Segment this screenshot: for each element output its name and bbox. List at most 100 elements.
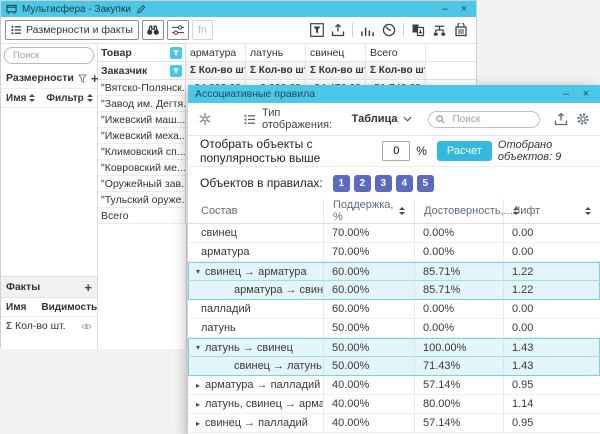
rule-row[interactable]: арматура → свинец60.00%85.71%1.22: [188, 281, 600, 300]
expand-triangle-icon[interactable]: ▸: [196, 381, 200, 390]
binoculars-icon: [146, 24, 160, 36]
rule-support: 40.00%: [323, 376, 414, 394]
calculate-button[interactable]: Расчет: [437, 141, 492, 161]
rule-row[interactable]: ▸латунь, свинец → арматура40.00%80.00%1.…: [188, 395, 600, 414]
filter-icon[interactable]: [310, 23, 324, 37]
hierarchy-icon[interactable]: [432, 23, 447, 37]
popularity-threshold-input[interactable]: [382, 141, 410, 161]
name-column-header[interactable]: Имя: [6, 93, 26, 104]
expand-triangle-icon[interactable]: ▸: [196, 419, 200, 428]
rule-row[interactable]: палладий60.00%0.00%0.00: [188, 300, 600, 319]
sort-icon[interactable]: [585, 207, 591, 215]
rule-row[interactable]: ▸арматура → палладий40.00%57.14%0.95: [188, 376, 600, 395]
fn-label: fn: [198, 24, 207, 36]
eye-icon[interactable]: [81, 323, 92, 330]
rule-lift: 1.22: [503, 281, 600, 299]
rule-confidence: 80.00%: [414, 395, 503, 413]
filter-funnel-icon[interactable]: [170, 65, 182, 77]
add-fact-button[interactable]: +: [84, 280, 92, 295]
pivot-column-header[interactable]: латунь: [246, 44, 306, 62]
header-support[interactable]: Поддержка, %: [323, 199, 414, 223]
rules-table-header: Состав Поддержка, % Достоверность,... Ли…: [188, 199, 600, 224]
export-icon[interactable]: [554, 112, 568, 126]
pivot-measure-header[interactable]: Σ Кол-во шт.: [366, 62, 426, 80]
export-icon[interactable]: [331, 23, 345, 37]
display-type-select[interactable]: Тип отображения: Таблица: [244, 107, 412, 131]
rule-row[interactable]: ▾свинец → арматура60.00%85.71%1.22: [188, 262, 600, 281]
pivot-row-label[interactable]: "Оружейный зав...: [98, 176, 186, 192]
rule-support: 60.00%: [323, 281, 414, 299]
collapse-triangle-icon[interactable]: ▾: [196, 343, 200, 352]
fact-item[interactable]: Σ Кол-во шт.: [1, 317, 97, 335]
pivot-column-header[interactable]: арматура: [186, 44, 246, 62]
filter-funnel-icon[interactable]: [170, 47, 182, 59]
rule-support: 70.00%: [323, 243, 414, 261]
sort-icon[interactable]: [87, 94, 93, 102]
pivot-column-header[interactable]: свинец: [306, 44, 366, 62]
sidebar-search-input[interactable]: [11, 49, 87, 62]
rule-size-chip[interactable]: 1: [333, 175, 350, 192]
rule-row[interactable]: арматура70.00%0.00%0.00: [188, 243, 600, 262]
expand-triangle-icon[interactable]: ▸: [196, 400, 200, 409]
main-titlebar: Мультисфера - Закупки – ×: [1, 1, 476, 17]
dimensions-list-empty: [1, 108, 97, 276]
collapse-triangle-icon[interactable]: ▾: [196, 267, 200, 276]
sort-icon[interactable]: [399, 207, 405, 215]
pivot-row-label[interactable]: Всего: [98, 208, 186, 224]
pivot-row-label[interactable]: "Тульский оруже...: [98, 192, 186, 208]
rule-composition: ▸арматура → палладий: [188, 376, 323, 394]
sidebar-search[interactable]: [4, 47, 94, 64]
basket-icon[interactable]: [454, 23, 468, 37]
pivot-column-header[interactable]: Всего: [366, 44, 426, 62]
pivot-header-row-2: Заказчик Σ Кол-во шт.Σ Кол-во шт.Σ Кол-в…: [98, 62, 476, 80]
pivot-row-label[interactable]: "Ижевский меха...: [98, 128, 186, 144]
header-confidence[interactable]: Достоверность,...: [414, 199, 503, 223]
col-dimension-cell[interactable]: Заказчик: [98, 62, 186, 80]
funnel-outline-icon[interactable]: [78, 74, 87, 83]
main-toolbar: Размерности и факты fn: [1, 17, 476, 44]
dimensions-facts-button[interactable]: Размерности и факты: [5, 20, 139, 40]
pivot-measure-header[interactable]: Σ Кол-во шт.: [186, 62, 246, 80]
rule-support: 70.00%: [323, 224, 414, 242]
rule-confidence: 71.43%: [414, 357, 503, 375]
copy-multisphere-icon[interactable]: [411, 23, 425, 37]
rule-row[interactable]: ▸свинец → палладий40.00%57.14%0.95: [188, 414, 600, 433]
gear-icon[interactable]: [576, 112, 590, 126]
pivot-row-label[interactable]: "Завод им. Дегтя...: [98, 96, 186, 112]
filter-column-header[interactable]: Фильтр: [46, 93, 83, 104]
pivot-measure-header[interactable]: Σ Кол-во шт.: [306, 62, 366, 80]
dialog-minimize-button[interactable]: –: [559, 87, 573, 101]
rule-row[interactable]: свинец → латунь50.00%71.43%1.43: [188, 357, 600, 376]
rule-row[interactable]: латунь50.00%0.00%0.00: [188, 319, 600, 338]
rule-lift: 0.00: [503, 300, 600, 318]
edit-title-icon[interactable]: [136, 4, 146, 14]
rule-size-chip[interactable]: 5: [417, 175, 434, 192]
minimize-button[interactable]: –: [438, 2, 452, 16]
rule-size-chip[interactable]: 3: [375, 175, 392, 192]
search-binoculars-button[interactable]: [142, 20, 164, 40]
pivot-measure-header[interactable]: Σ Кол-во шт.: [246, 62, 306, 80]
rule-lift: 0.00: [503, 224, 600, 242]
dialog-close-button[interactable]: ×: [579, 87, 593, 101]
col-dimension-label: Заказчик: [101, 65, 147, 77]
pivot-row-label[interactable]: "Ижевский маш...: [98, 112, 186, 128]
rule-row[interactable]: ▾латунь → свинец50.00%100.00%1.43: [188, 338, 600, 357]
spinner-icon[interactable]: [198, 112, 212, 126]
sort-icon[interactable]: [29, 94, 35, 102]
dialog-search-input[interactable]: [450, 113, 532, 126]
gauge-icon[interactable]: [382, 23, 396, 37]
rule-size-chip[interactable]: 4: [396, 175, 413, 192]
header-lift[interactable]: Лифт: [503, 199, 600, 223]
rule-row[interactable]: свинец70.00%0.00%0.00: [188, 224, 600, 243]
pivot-row-label[interactable]: "Вятско-Полянск...: [98, 80, 186, 96]
pivot-row-label[interactable]: "Ковровский ме...: [98, 160, 186, 176]
row-dimension-cell[interactable]: Товар: [98, 44, 186, 62]
rule-confidence: 0.00%: [414, 224, 503, 242]
settings-sliders-button[interactable]: [167, 20, 189, 40]
chart-icon[interactable]: [360, 24, 375, 37]
dialog-search[interactable]: [428, 111, 540, 128]
header-composition[interactable]: Состав: [188, 199, 323, 223]
rule-size-chip[interactable]: 2: [354, 175, 371, 192]
pivot-row-label[interactable]: "Климовский сп...: [98, 144, 186, 160]
close-button[interactable]: ×: [457, 2, 471, 16]
